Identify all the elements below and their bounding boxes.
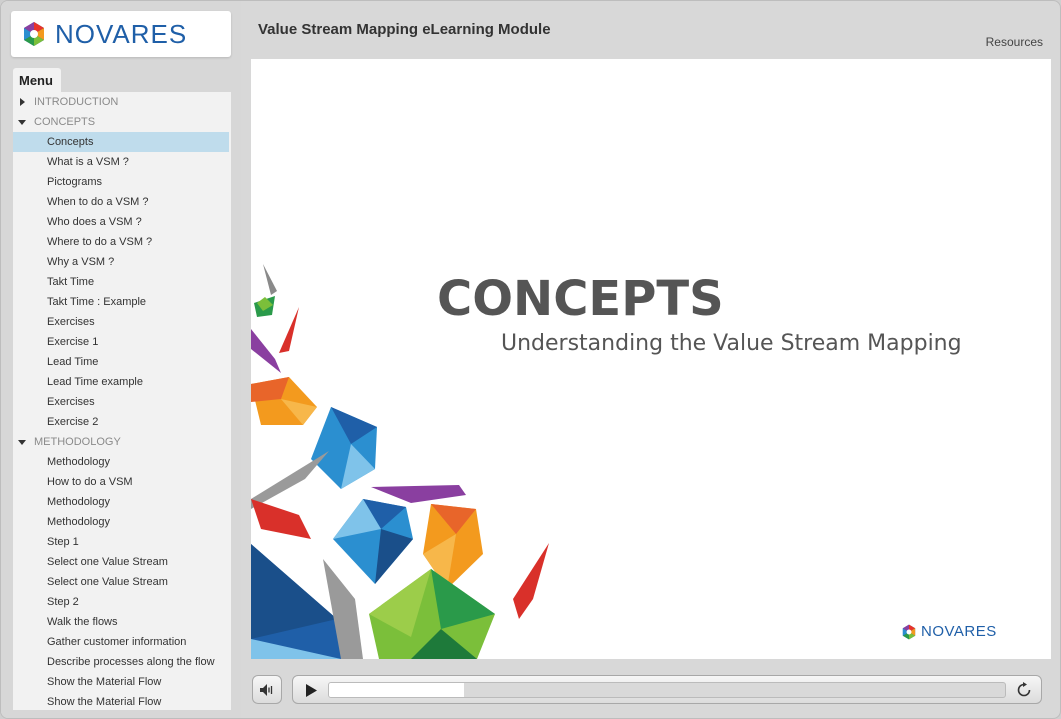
replay-icon [1017, 682, 1031, 697]
menu-row-label: Step 2 [47, 596, 79, 608]
menu-row-label: When to do a VSM ? [47, 196, 149, 208]
menu-item[interactable]: Takt Time [13, 272, 231, 292]
menu-row-label: Methodology [47, 496, 110, 508]
volume-button[interactable] [252, 675, 282, 704]
speaker-icon [260, 683, 273, 696]
menu-row-label: Methodology [47, 516, 110, 528]
menu-item[interactable]: Select one Value Stream [13, 572, 231, 592]
menu-item[interactable]: Pictograms [13, 172, 231, 192]
menu-item[interactable]: How to do a VSM [13, 472, 231, 492]
menu-row-label: Why a VSM ? [47, 256, 115, 268]
menu-tab[interactable]: Menu [13, 68, 61, 93]
menu-item[interactable]: Why a VSM ? [13, 252, 231, 272]
menu-item[interactable]: When to do a VSM ? [13, 192, 231, 212]
menu-row-label: Methodology [47, 456, 110, 468]
sidebar: NOVARES Menu INTRODUCTION CONCEPTS Concept… [1, 1, 241, 718]
slide-subtitle: Understanding the Value Stream Mapping [501, 331, 962, 356]
menu-section[interactable]: METHODOLOGY [13, 432, 231, 452]
menu-row-label: Show the Material Flow [47, 696, 162, 708]
slide-title: CONCEPTS [437, 271, 724, 327]
menu-item[interactable]: Select one Value Stream [13, 552, 231, 572]
menu-row-label: Walk the flows [47, 616, 118, 628]
menu-row-label: Select one Value Stream [47, 556, 168, 568]
menu-item[interactable]: Concepts [13, 132, 229, 152]
progress-fill [329, 683, 465, 697]
menu-row-label: What is a VSM ? [47, 156, 129, 168]
menu-row-label: Takt Time : Example [47, 296, 147, 308]
page-title: Value Stream Mapping eLearning Module [258, 21, 551, 38]
menu-item[interactable]: Describe processes along the flow [13, 652, 231, 672]
slide-logo: NOVARES [901, 623, 997, 640]
brand-logo: NOVARES [11, 11, 231, 57]
menu-row-label: Pictograms [47, 176, 103, 188]
menu-row-label: INTRODUCTION [34, 96, 119, 108]
menu-item[interactable]: Methodology [13, 512, 231, 532]
progress-bar[interactable] [328, 682, 1006, 698]
menu-item[interactable]: Lead Time [13, 352, 231, 372]
playbar [292, 675, 1042, 704]
menu-panel: INTRODUCTION CONCEPTS Concepts What is a VS… [13, 92, 231, 710]
menu-row-label: Select one Value Stream [47, 576, 168, 588]
menu-item[interactable]: Step 1 [13, 532, 231, 552]
menu-row-label: Takt Time [47, 276, 95, 288]
menu-item[interactable]: Methodology [13, 452, 231, 472]
menu-row-label: Concepts [47, 136, 94, 148]
menu-row-label: Show the Material Flow [47, 676, 162, 688]
menu-row-label: Exercises [47, 396, 95, 408]
menu-item[interactable]: Who does a VSM ? [13, 212, 231, 232]
caret-down-icon [18, 440, 26, 445]
menu-row-label: Describe processes along the flow [47, 656, 215, 668]
play-button[interactable] [303, 682, 319, 698]
menu-row-label: Exercises [47, 316, 95, 328]
menu-item[interactable]: Walk the flows [13, 612, 231, 632]
menu-row-label: How to do a VSM [47, 476, 133, 488]
menu-item[interactable]: Where to do a VSM ? [13, 232, 231, 252]
menu-row-label: Gather customer information [47, 636, 187, 648]
menu-row-label: CONCEPTS [34, 116, 96, 128]
replay-button[interactable] [1015, 681, 1033, 699]
slide-decorative-art [251, 264, 549, 659]
caret-right-icon [20, 98, 25, 106]
novares-logo-icon [24, 22, 44, 46]
menu-item[interactable]: What is a VSM ? [13, 152, 231, 172]
logo-text: NOVARES [55, 18, 188, 49]
menu-item[interactable]: Step 2 [13, 592, 231, 612]
slide-logo-text: NOVARES [921, 623, 997, 640]
resources-link[interactable]: Resources [986, 35, 1043, 49]
menu-section[interactable]: CONCEPTS [13, 112, 231, 132]
menu-item[interactable]: Takt Time : Example [13, 292, 231, 312]
menu-row-label: Who does a VSM ? [47, 216, 142, 228]
novares-logo-icon [902, 624, 916, 639]
menu-row-label: METHODOLOGY [34, 436, 121, 448]
app-window: NOVARES Menu INTRODUCTION CONCEPTS Concept… [0, 0, 1061, 719]
menu-item[interactable]: Exercises [13, 312, 231, 332]
menu-row-label: Exercise 2 [47, 416, 99, 428]
caret-down-icon [18, 120, 26, 125]
menu-item[interactable]: Exercise 2 [13, 412, 231, 432]
menu-row-label: Lead Time [47, 356, 99, 368]
menu-item[interactable]: Methodology [13, 492, 231, 512]
menu-row-label: Step 1 [47, 536, 79, 548]
menu-row-label: Lead Time example [47, 376, 143, 388]
menu-item[interactable]: Show the Material Flow [13, 692, 231, 710]
menu-section[interactable]: INTRODUCTION [13, 92, 231, 112]
slide-content: CONCEPTS Understanding the Value Stream … [251, 59, 1051, 659]
menu-row-label: Exercise 1 [47, 336, 99, 348]
menu-item[interactable]: Gather customer information [13, 632, 231, 652]
menu-row-label: Where to do a VSM ? [47, 236, 153, 248]
menu-item[interactable]: Exercise 1 [13, 332, 231, 352]
menu-item[interactable]: Show the Material Flow [13, 672, 231, 692]
menu-item[interactable]: Exercises [13, 392, 231, 412]
play-icon [306, 683, 317, 697]
menu-item[interactable]: Lead Time example [13, 372, 231, 392]
